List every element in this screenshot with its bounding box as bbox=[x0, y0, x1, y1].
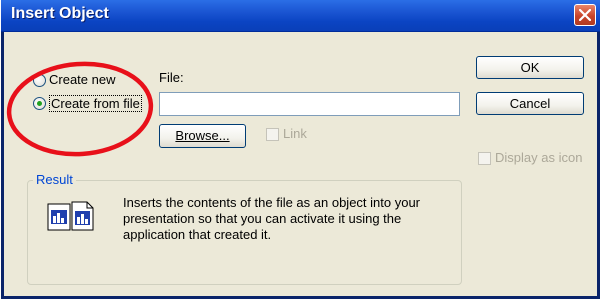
file-label: File: bbox=[159, 70, 184, 85]
browse-button-label: Browse... bbox=[175, 128, 230, 143]
create-from-file-radio[interactable] bbox=[33, 97, 46, 110]
create-new-radio[interactable] bbox=[33, 74, 46, 87]
file-path-input[interactable] bbox=[159, 92, 460, 116]
create-from-file-label[interactable]: Create from file bbox=[49, 95, 142, 112]
close-button[interactable] bbox=[574, 4, 596, 26]
create-new-label[interactable]: Create new bbox=[49, 72, 115, 87]
result-title: Result bbox=[33, 172, 76, 187]
ok-button-label: OK bbox=[520, 60, 540, 75]
title-bar: Insert Object bbox=[1, 0, 600, 32]
display-as-icon-checkbox[interactable] bbox=[478, 152, 491, 165]
ok-button[interactable]: OK bbox=[476, 56, 584, 79]
document-object-icon bbox=[47, 201, 94, 231]
link-checkbox[interactable] bbox=[266, 128, 279, 141]
browse-button[interactable]: Browse... bbox=[159, 124, 246, 148]
link-label: Link bbox=[283, 126, 307, 141]
close-icon bbox=[579, 9, 591, 21]
display-as-icon-label: Display as icon bbox=[495, 150, 583, 165]
dialog-title: Insert Object bbox=[11, 5, 109, 22]
cancel-button[interactable]: Cancel bbox=[476, 92, 584, 115]
result-description: Inserts the contents of the file as an o… bbox=[123, 195, 421, 242]
cancel-button-label: Cancel bbox=[509, 96, 551, 111]
